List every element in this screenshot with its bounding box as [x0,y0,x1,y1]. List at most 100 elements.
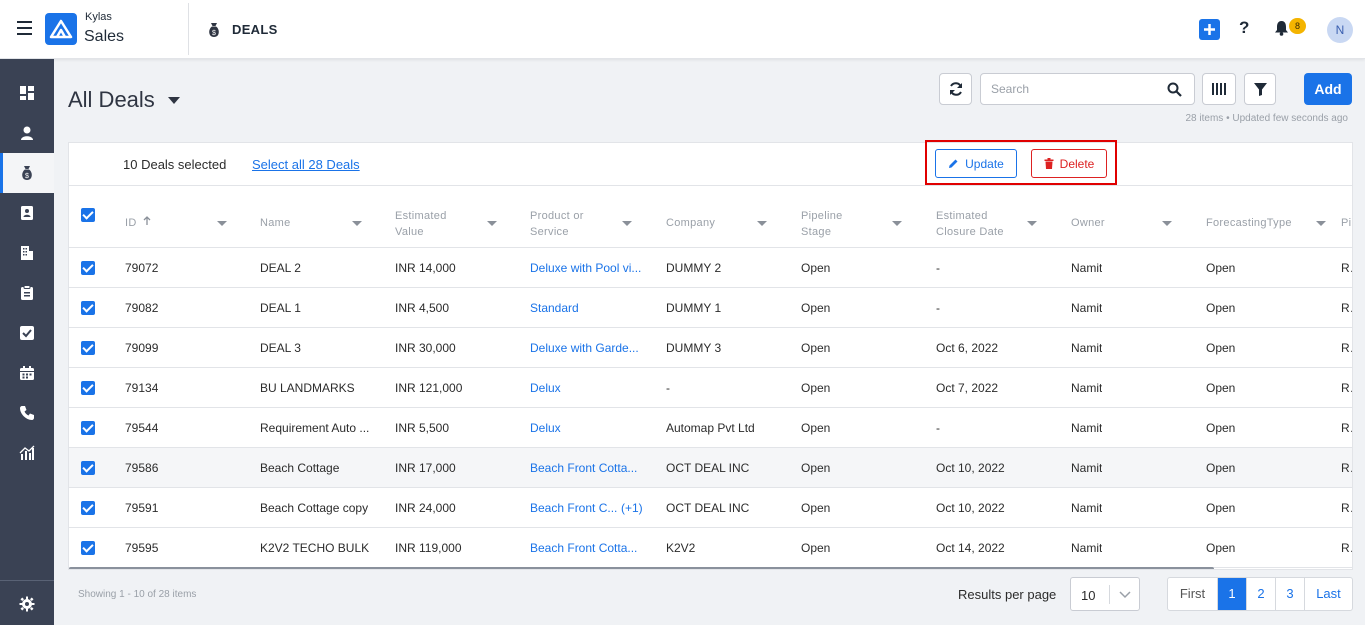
column-header-closure-date[interactable]: Estimated Closure Date [936,208,1004,240]
cell-product[interactable]: Beach Front Cotta... [530,541,637,555]
kylas-logo[interactable] [45,13,77,45]
table-header: ID Name Estimated Value Product or Service… [69,186,1352,248]
page-1-button[interactable]: 1 [1218,578,1247,610]
row-checkbox[interactable] [81,381,95,395]
cell-forecasting-type: Open [1206,421,1236,435]
column-menu-icon[interactable] [622,221,632,226]
cell-product[interactable]: Standard [530,301,579,315]
table-row[interactable]: 79082 DEAL 1 INR 4,500 Standard DUMMY 1 Open -… [69,288,1352,328]
update-button[interactable]: Update [935,149,1017,178]
row-checkbox[interactable] [81,341,95,355]
chevron-down-icon[interactable] [168,97,180,104]
cell-name: K2V2 TECHO BULK [260,541,370,555]
row-checkbox[interactable] [81,461,95,475]
divider [188,3,189,55]
sidebar-item-tasks-board[interactable] [0,273,54,313]
table-row[interactable]: 79586 Beach Cottage INR 17,000 Beach Front … [69,448,1352,488]
select-all-checkbox[interactable] [81,208,95,222]
column-menu-icon[interactable] [352,221,362,226]
refresh-button[interactable] [939,73,972,105]
columns-icon [1212,83,1226,95]
table-row[interactable]: 79595 K2V2 TECHO BULK INR 119,000 Beach Fro… [69,528,1352,568]
cell-product[interactable]: Delux [530,421,561,435]
row-checkbox[interactable] [81,301,95,315]
cell-name: DEAL 3 [260,341,301,355]
cell-product[interactable]: Deluxe with Garde... [530,341,639,355]
cell-product[interactable]: Beach Front C... [530,501,617,515]
table-row[interactable]: 79591 Beach Cottage copy INR 24,000 Beach F… [69,488,1352,528]
row-checkbox[interactable] [81,501,95,515]
brand-name: Kylas [85,11,112,23]
column-menu-icon[interactable] [217,221,227,226]
column-menu-icon[interactable] [892,221,902,226]
sidebar-item-companies[interactable] [0,233,54,273]
column-header-product[interactable]: Product or Service [530,208,584,240]
column-menu-icon[interactable] [487,221,497,226]
column-header-forecasting-type[interactable]: ForecastingType [1206,215,1292,231]
add-button[interactable]: Add [1304,73,1352,105]
column-header-pi[interactable]: Pi [1341,215,1351,231]
column-menu-icon[interactable] [1027,221,1037,226]
page-last-button[interactable]: Last [1305,578,1352,610]
sidebar-item-deals[interactable]: $ [0,153,54,193]
sidebar-item-calls[interactable] [0,393,54,433]
cell-owner: Namit [1071,421,1103,435]
delete-button[interactable]: Delete [1031,149,1107,178]
cell-company: DUMMY 3 [666,341,722,355]
column-header-pipeline-stage[interactable]: Pipeline Stage [801,208,843,240]
cell-product[interactable]: Beach Front Cotta... [530,461,637,475]
cell-product-more[interactable]: (+1) [621,501,643,515]
sidebar-item-reports[interactable] [0,433,54,473]
cell-pipeline-stage: Open [801,381,831,395]
row-checkbox[interactable] [81,261,95,275]
cell-product[interactable]: Deluxe with Pool vi... [530,261,641,275]
row-checkbox[interactable] [81,541,95,555]
sidebar-item-calendar[interactable] [0,353,54,393]
results-per-page-label: Results per page [958,587,1057,602]
table-row[interactable]: 79099 DEAL 3 INR 30,000 Deluxe with Garde..… [69,328,1352,368]
search-input[interactable] [991,82,1161,96]
column-menu-icon[interactable] [1316,221,1326,226]
column-header-name[interactable]: Name [260,215,291,231]
column-menu-icon[interactable] [1162,221,1172,226]
bell-icon[interactable] [1274,20,1289,39]
sidebar-item-dashboard[interactable] [0,73,54,113]
column-header-id[interactable]: ID [125,215,151,231]
table-row[interactable]: 79072 DEAL 2 INR 14,000 Deluxe with Pool vi… [69,248,1352,288]
page-2-button[interactable]: 2 [1247,578,1276,610]
column-header-estimated-value[interactable]: Estimated Value [395,208,447,240]
table-row[interactable]: 79134 BU LANDMARKS INR 121,000 Delux - Open Oc… [69,368,1352,408]
help-icon[interactable]: ? [1239,18,1249,38]
select-all-link[interactable]: Select all 28 Deals [252,157,360,172]
table-row[interactable]: 79544 Requirement Auto ... INR 5,500 Delux A… [69,408,1352,448]
hamburger-icon[interactable] [17,21,32,35]
column-header-owner[interactable]: Owner [1071,215,1105,231]
select-divider [1109,585,1110,604]
quick-add-button[interactable] [1199,19,1220,40]
filter-button[interactable] [1244,73,1276,105]
horizontal-scrollbar[interactable] [69,567,1214,569]
cell-product[interactable]: Delux [530,381,561,395]
sidebar-item-tasks[interactable] [0,313,54,353]
cell-pipeline-stage: Open [801,461,831,475]
cell-id: 79099 [125,341,159,355]
page-title[interactable]: All Deals [68,87,155,113]
sidebar-item-settings[interactable] [0,584,54,624]
search-icon[interactable] [1167,82,1182,100]
sidebar-item-contacts[interactable] [0,193,54,233]
search-field[interactable] [980,73,1195,105]
column-menu-icon[interactable] [757,221,767,226]
column-header-company[interactable]: Company [666,215,715,231]
avatar[interactable]: N [1327,17,1353,43]
sidebar-item-users[interactable] [0,113,54,153]
columns-button[interactable] [1202,73,1236,105]
page-first-button[interactable]: First [1168,578,1218,610]
results-per-page-select[interactable]: 10 [1070,577,1140,611]
cell-company: Automap Pvt Ltd [666,421,755,435]
cell-name: Beach Cottage copy [260,501,369,515]
row-checkbox[interactable] [81,421,95,435]
user-icon [21,126,33,140]
cell-estimated-value: INR 24,000 [395,501,456,515]
page-3-button[interactable]: 3 [1276,578,1305,610]
cell-estimated-value: INR 4,500 [395,301,450,315]
